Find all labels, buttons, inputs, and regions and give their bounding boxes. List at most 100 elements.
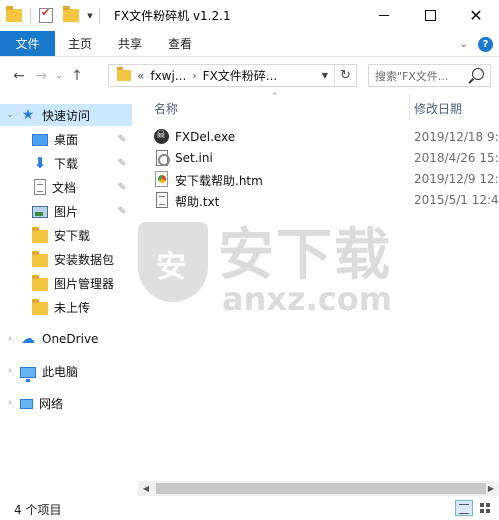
window-controls: ✕ xyxy=(361,0,499,31)
nav-network-label: 网络 xyxy=(39,396,64,411)
file-row[interactable]: 安下载帮助.htm 2019/12/9 12:3 xyxy=(151,169,499,190)
column-name-header[interactable]: 名称 xyxy=(154,100,178,117)
nav-quick-access-label: 快速访问 xyxy=(42,108,91,123)
collapsed-chevron-icon[interactable]: › xyxy=(0,366,20,376)
forward-arrow-icon[interactable]: → xyxy=(30,65,52,87)
tab-file[interactable]: 文件 xyxy=(0,31,55,56)
properties-icon[interactable] xyxy=(39,6,53,23)
minimize-button[interactable] xyxy=(361,0,407,31)
nav-item-not-uploaded[interactable]: 未上传 xyxy=(0,296,132,318)
collapsed-chevron-icon[interactable]: › xyxy=(0,398,20,408)
nav-item-documents[interactable]: 文档 ✎ xyxy=(0,176,132,198)
file-row[interactable]: 帮助.txt 2015/5/1 12:48 xyxy=(151,190,499,211)
nav-onedrive-label: OneDrive xyxy=(42,332,99,346)
item-count: 4 个项目 xyxy=(14,503,62,517)
title-bar: FX文件粉碎机 v1.2.1 ✕ xyxy=(0,0,499,31)
txt-icon xyxy=(156,192,168,208)
column-divider[interactable] xyxy=(409,94,410,120)
expand-ribbon-chevron-down-icon[interactable]: ⌄ xyxy=(460,39,468,50)
nav-item-desktop[interactable]: 桌面 ✎ xyxy=(0,128,132,150)
watermark-english: anxz.com xyxy=(222,280,393,318)
star-icon: ★ xyxy=(21,107,35,123)
file-name: FXDel.exe xyxy=(175,130,236,144)
file-name: Set.ini xyxy=(175,151,213,165)
navigation-pane: ⌄ ★ 快速访问 桌面 ✎ ⬇ 下载 ✎ 文档 ✎ 图片 ✎ 安下载 安装数据包 xyxy=(0,94,132,494)
maximize-button[interactable] xyxy=(407,0,453,31)
nav-item-label: 安下载 xyxy=(54,228,91,243)
document-icon xyxy=(34,179,46,195)
recent-locations-chevron-icon[interactable]: ⌄ xyxy=(52,65,66,87)
help-icon[interactable]: ? xyxy=(478,36,493,52)
nav-item-label: 桌面 xyxy=(54,132,79,147)
folder-icon xyxy=(32,298,48,315)
nav-item-downloads[interactable]: ⬇ 下载 ✎ xyxy=(0,152,132,174)
address-bar[interactable]: « fxwj... › FX文件粉碎... ▼ ↻ xyxy=(108,64,357,87)
scroll-left-arrow-icon[interactable]: ◀ xyxy=(138,481,154,496)
cloud-icon: ☁ xyxy=(21,331,35,347)
up-arrow-icon[interactable]: ↑ xyxy=(66,65,88,87)
pin-icon[interactable]: ✎ xyxy=(118,206,126,217)
scroll-right-arrow-icon[interactable]: ▶ xyxy=(483,481,499,496)
pin-icon[interactable]: ✎ xyxy=(118,134,126,145)
sort-ascending-icon: ⌃ xyxy=(271,92,279,102)
breadcrumb-overflow[interactable]: « xyxy=(137,69,144,83)
file-row[interactable]: FXDel.exe 2019/12/18 9:5 xyxy=(151,127,499,148)
nav-item-anxiazai[interactable]: 安下载 xyxy=(0,224,132,246)
network-icon xyxy=(20,399,33,409)
nav-item-label: 未上传 xyxy=(54,300,91,315)
picture-icon xyxy=(32,206,48,218)
address-row: ← → ⌄ ↑ « fxwj... › FX文件粉碎... ▼ ↻ 搜索"FX文… xyxy=(0,57,499,94)
ribbon-right-controls: ⌄ ? xyxy=(460,31,493,57)
horizontal-scrollbar[interactable]: ◀ ▶ xyxy=(138,481,499,496)
nav-item-install-packages[interactable]: 安装数据包 xyxy=(0,248,132,270)
watermark-shield-icon xyxy=(138,222,208,302)
pin-icon[interactable]: ✎ xyxy=(118,158,126,169)
exe-icon xyxy=(154,128,169,144)
tab-home[interactable]: 主页 xyxy=(55,31,105,56)
nav-item-label: 安装数据包 xyxy=(54,252,115,267)
nav-item-label: 文档 xyxy=(52,180,77,195)
breadcrumb-chevron-right-icon: › xyxy=(192,69,197,82)
search-input[interactable]: 搜索"FX文件... xyxy=(368,64,491,87)
computer-icon xyxy=(20,366,36,382)
nav-onedrive[interactable]: › ☁ OneDrive xyxy=(0,328,132,350)
quick-access-toolbar xyxy=(0,0,108,31)
column-date-header[interactable]: 修改日期 xyxy=(414,100,462,117)
refresh-icon[interactable]: ↻ xyxy=(334,65,356,86)
large-icons-view-icon[interactable] xyxy=(477,500,495,516)
file-date: 2018/4/26 15:1 xyxy=(414,151,499,165)
nav-item-label: 下载 xyxy=(54,156,79,171)
pin-icon[interactable]: ✎ xyxy=(118,182,126,193)
nav-quick-access[interactable]: ⌄ ★ 快速访问 xyxy=(0,104,132,126)
ribbon-tabs: 文件 主页 共享 查看 ⌄ ? xyxy=(0,31,499,57)
status-bar: 4 个项目 xyxy=(0,496,499,520)
nav-item-label: 图片管理器 xyxy=(54,276,115,291)
expanded-chevron-icon[interactable]: ⌄ xyxy=(0,110,20,120)
tab-view[interactable]: 查看 xyxy=(155,31,205,56)
ini-icon xyxy=(156,150,170,166)
nav-network[interactable]: › 网络 xyxy=(0,392,132,414)
tab-share[interactable]: 共享 xyxy=(105,31,155,56)
nav-this-pc[interactable]: › 此电脑 xyxy=(0,360,132,382)
nav-item-pictures[interactable]: 图片 ✎ xyxy=(0,200,132,222)
customize-toolbar-dropdown-icon[interactable] xyxy=(85,11,95,20)
search-icon[interactable] xyxy=(472,68,484,80)
collapsed-chevron-icon[interactable]: › xyxy=(0,334,20,344)
download-icon: ⬇ xyxy=(33,154,47,172)
breadcrumb-current[interactable]: FX文件粉碎... xyxy=(203,67,278,84)
nav-item-label: 图片 xyxy=(54,204,79,219)
folder-icon xyxy=(6,6,22,22)
back-arrow-icon[interactable]: ← xyxy=(8,65,30,87)
close-button[interactable]: ✕ xyxy=(453,0,499,31)
scrollbar-thumb[interactable] xyxy=(156,483,486,494)
file-date: 2015/5/1 12:48 xyxy=(414,193,499,207)
toolbar-divider xyxy=(99,7,100,24)
breadcrumb-fxwj[interactable]: fxwj... xyxy=(150,69,186,83)
file-date: 2019/12/9 12:3 xyxy=(414,172,499,186)
new-folder-icon[interactable] xyxy=(63,6,79,22)
desktop-icon xyxy=(32,134,48,146)
details-view-icon[interactable] xyxy=(455,500,473,516)
file-row[interactable]: Set.ini 2018/4/26 15:1 xyxy=(151,148,499,169)
address-dropdown-chevron-down-icon[interactable]: ▼ xyxy=(318,65,332,86)
nav-item-picture-manager[interactable]: 图片管理器 xyxy=(0,272,132,294)
